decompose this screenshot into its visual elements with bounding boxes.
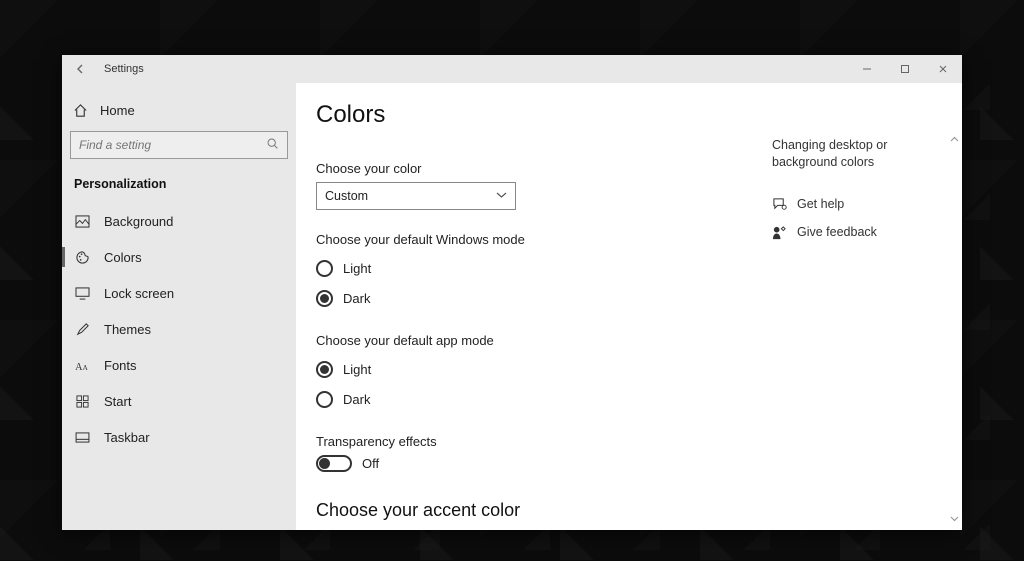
- search-wrap: [62, 127, 296, 167]
- search-box[interactable]: [70, 131, 288, 159]
- radio-label: Light: [343, 362, 371, 377]
- sidebar-item-start[interactable]: Start: [62, 383, 296, 419]
- link-label: Give feedback: [797, 225, 877, 239]
- scroll-down-icon[interactable]: [950, 514, 959, 524]
- toggle-value: Off: [362, 456, 379, 471]
- main-panel: Colors Choose your color Custom Choose y…: [296, 83, 962, 530]
- dropdown-value: Custom: [325, 189, 368, 203]
- search-input[interactable]: [79, 138, 266, 152]
- minimize-icon: [862, 64, 872, 74]
- sidebar-item-label: Lock screen: [104, 286, 174, 301]
- radio-icon: [316, 260, 333, 277]
- feedback-icon: [772, 225, 787, 240]
- home-icon: [72, 103, 88, 118]
- choose-color-label: Choose your color: [316, 161, 752, 176]
- window-controls: [848, 55, 962, 83]
- windows-mode-label: Choose your default Windows mode: [316, 232, 752, 247]
- svg-text:A: A: [82, 363, 88, 372]
- close-icon: [938, 64, 948, 74]
- help-icon: [772, 197, 787, 211]
- get-help-link[interactable]: Get help: [772, 197, 944, 211]
- scroll-up-icon[interactable]: [950, 135, 959, 145]
- app-mode-light[interactable]: Light: [316, 354, 752, 384]
- sidebar-item-label: Colors: [104, 250, 142, 265]
- close-button[interactable]: [924, 55, 962, 83]
- color-mode-dropdown[interactable]: Custom: [316, 182, 516, 210]
- sidebar-item-label: Themes: [104, 322, 151, 337]
- radio-label: Dark: [343, 392, 370, 407]
- radio-icon: [316, 391, 333, 408]
- radio-label: Light: [343, 261, 371, 276]
- page-title: Colors: [316, 101, 752, 129]
- transparency-toggle-row: Off: [316, 455, 752, 472]
- transparency-label: Transparency effects: [316, 434, 752, 449]
- sidebar-item-label: Background: [104, 214, 173, 229]
- sidebar-item-label: Start: [104, 394, 131, 409]
- radio-icon: [316, 361, 333, 378]
- picture-icon: [74, 215, 90, 228]
- back-button[interactable]: [62, 63, 100, 75]
- brush-icon: [74, 322, 90, 337]
- font-icon: AA: [74, 359, 90, 372]
- app-mode-group: Light Dark: [316, 354, 752, 414]
- content-area: Colors Choose your color Custom Choose y…: [296, 83, 772, 530]
- sidebar-item-label: Fonts: [104, 358, 137, 373]
- sidebar: Home Personalization Background: [62, 83, 296, 530]
- window-body: Home Personalization Background: [62, 83, 962, 530]
- minimize-button[interactable]: [848, 55, 886, 83]
- radio-icon: [316, 290, 333, 307]
- home-label: Home: [100, 103, 135, 118]
- hint-link[interactable]: Changing desktop or background colors: [772, 137, 944, 171]
- app-mode-label: Choose your default app mode: [316, 333, 752, 348]
- sidebar-item-colors[interactable]: Colors: [62, 239, 296, 275]
- radio-label: Dark: [343, 291, 370, 306]
- arrow-left-icon: [75, 63, 87, 75]
- monitor-icon: [74, 287, 90, 300]
- windows-mode-light[interactable]: Light: [316, 253, 752, 283]
- window-title: Settings: [100, 63, 144, 75]
- give-feedback-link[interactable]: Give feedback: [772, 225, 944, 240]
- accent-heading: Choose your accent color: [316, 500, 752, 521]
- palette-icon: [74, 250, 90, 265]
- maximize-button[interactable]: [886, 55, 924, 83]
- transparency-toggle[interactable]: [316, 455, 352, 472]
- app-mode-dark[interactable]: Dark: [316, 384, 752, 414]
- sidebar-item-label: Taskbar: [104, 430, 150, 445]
- category-header: Personalization: [62, 167, 296, 203]
- home-button[interactable]: Home: [62, 93, 296, 127]
- windows-mode-group: Light Dark: [316, 253, 752, 313]
- settings-window: Settings Home: [62, 55, 962, 530]
- sidebar-item-taskbar[interactable]: Taskbar: [62, 419, 296, 455]
- taskbar-icon: [74, 432, 90, 443]
- start-icon: [74, 395, 90, 408]
- right-column: Changing desktop or background colors Ge…: [772, 83, 962, 530]
- sidebar-item-fonts[interactable]: AA Fonts: [62, 347, 296, 383]
- windows-mode-dark[interactable]: Dark: [316, 283, 752, 313]
- sidebar-item-themes[interactable]: Themes: [62, 311, 296, 347]
- sidebar-item-background[interactable]: Background: [62, 203, 296, 239]
- sidebar-item-lock-screen[interactable]: Lock screen: [62, 275, 296, 311]
- titlebar: Settings: [62, 55, 962, 83]
- maximize-icon: [900, 64, 910, 74]
- link-label: Get help: [797, 197, 844, 211]
- chevron-down-icon: [496, 190, 507, 202]
- scrollbar[interactable]: [948, 135, 960, 524]
- search-icon: [266, 137, 279, 153]
